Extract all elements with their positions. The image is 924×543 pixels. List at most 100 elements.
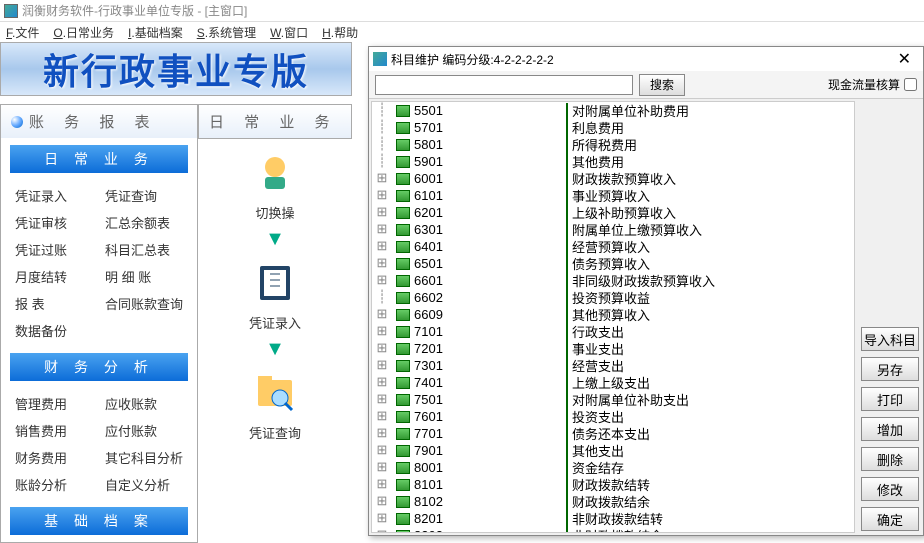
menu-item[interactable]: 汇总余额表: [99, 209, 189, 236]
tree-row[interactable]: ⊞6601非同级财政拨款预算收入: [372, 272, 854, 289]
subject-code: 7901: [414, 443, 443, 458]
btn-确定[interactable]: 确定: [861, 507, 919, 531]
expand-icon[interactable]: ⊞: [372, 409, 392, 424]
tree-row[interactable]: ⊞6101事业预算收入: [372, 187, 854, 204]
section-title[interactable]: 基 础 档 案: [9, 506, 189, 536]
tree-row[interactable]: ⊞7601投资支出: [372, 408, 854, 425]
menu-item[interactable]: 凭证过账: [9, 236, 99, 263]
tree-row[interactable]: ⊞7301经营支出: [372, 357, 854, 374]
tree-row[interactable]: ⊞8202非财政拨款结余: [372, 527, 854, 533]
menu-文件[interactable]: F.文件: [6, 24, 39, 40]
expand-icon[interactable]: ⊞: [372, 171, 392, 186]
tree-row[interactable]: ⊞8102财政拨款结余: [372, 493, 854, 510]
menu-基础档案[interactable]: I.基础档案: [128, 24, 183, 40]
menu-item[interactable]: 凭证审核: [9, 209, 99, 236]
btn-删除[interactable]: 删除: [861, 447, 919, 471]
menu-item[interactable]: 销售费用: [9, 417, 99, 444]
expand-icon[interactable]: ⊞: [372, 358, 392, 373]
tree-row[interactable]: ⊞6301附属单位上缴预算收入: [372, 221, 854, 238]
workflow-icon[interactable]: [245, 367, 305, 417]
tree-row[interactable]: ┊5801所得税费用: [372, 136, 854, 153]
workflow-icon[interactable]: [245, 147, 305, 197]
expand-icon[interactable]: ⊞: [372, 511, 392, 526]
expand-icon[interactable]: ⊞: [372, 494, 392, 509]
tree-row[interactable]: ⊞6401经营预算收入: [372, 238, 854, 255]
btn-导入科目[interactable]: 导入科目: [861, 327, 919, 351]
tree-row[interactable]: ⊞7701债务还本支出: [372, 425, 854, 442]
btn-另存[interactable]: 另存: [861, 357, 919, 381]
menu-item[interactable]: 其它科目分析: [99, 444, 189, 471]
expand-icon[interactable]: ⊞: [372, 477, 392, 492]
tree-row[interactable]: ⊞6501债务预算收入: [372, 255, 854, 272]
expand-icon[interactable]: ⊞: [372, 273, 392, 288]
expand-icon[interactable]: ⊞: [372, 528, 392, 533]
subject-name: 非同级财政拨款预算收入: [572, 274, 715, 289]
subject-code: 5501: [414, 103, 443, 118]
btn-修改[interactable]: 修改: [861, 477, 919, 501]
search-button[interactable]: 搜索: [639, 74, 685, 96]
tree-row[interactable]: ⊞6201上级补助预算收入: [372, 204, 854, 221]
tree-row[interactable]: ┊5901其他费用: [372, 153, 854, 170]
menu-日常业务[interactable]: O.日常业务: [53, 24, 114, 40]
tree-row[interactable]: ⊞7101行政支出: [372, 323, 854, 340]
expand-icon[interactable]: ⊞: [372, 324, 392, 339]
tree-row[interactable]: ⊞7901其他支出: [372, 442, 854, 459]
tree-row[interactable]: ⊞6001财政拨款预算收入: [372, 170, 854, 187]
menu-窗口[interactable]: W.窗口: [270, 24, 308, 40]
menu-item[interactable]: 报 表: [9, 290, 99, 317]
tree-row[interactable]: ┊5501对附属单位补助费用: [372, 102, 854, 119]
close-icon[interactable]: ✕: [890, 49, 919, 69]
cashflow-check-label[interactable]: 现金流量核算: [828, 76, 917, 93]
expand-icon[interactable]: ⊞: [372, 460, 392, 475]
menu-item[interactable]: 财务费用: [9, 444, 99, 471]
menu-item[interactable]: 应收账款: [99, 390, 189, 417]
expand-icon[interactable]: ⊞: [372, 307, 392, 322]
tree-row[interactable]: ⊞7501对附属单位补助支出: [372, 391, 854, 408]
subject-icon: [396, 394, 410, 406]
menu-系统管理[interactable]: S.系统管理: [197, 24, 256, 40]
subject-name: 所得税费用: [572, 138, 637, 153]
expand-icon[interactable]: ⊞: [372, 341, 392, 356]
menu-item[interactable]: 凭证查询: [99, 182, 189, 209]
section-title[interactable]: 日 常 业 务: [9, 144, 189, 174]
menu-item[interactable]: 应付账款: [99, 417, 189, 444]
subject-tree[interactable]: ┊5501对附属单位补助费用┊5701利息费用┊5801所得税费用┊5901其他…: [371, 101, 855, 533]
expand-icon[interactable]: ⊞: [372, 256, 392, 271]
menu-item[interactable]: 管理费用: [9, 390, 99, 417]
expand-icon[interactable]: ⊞: [372, 222, 392, 237]
expand-icon[interactable]: ⊞: [372, 392, 392, 407]
expand-icon[interactable]: ⊞: [372, 188, 392, 203]
expand-icon[interactable]: ⊞: [372, 375, 392, 390]
section-title[interactable]: 财 务 分 析: [9, 352, 189, 382]
cashflow-checkbox[interactable]: [904, 78, 917, 91]
tree-row[interactable]: ⊞7201事业支出: [372, 340, 854, 357]
subject-icon: [396, 377, 410, 389]
search-input[interactable]: [375, 75, 633, 95]
expand-icon[interactable]: ⊞: [372, 443, 392, 458]
workflow-icon[interactable]: [245, 257, 305, 307]
tree-row[interactable]: ┊6602投资预算收益: [372, 289, 854, 306]
tree-row[interactable]: ⊞6609其他预算收入: [372, 306, 854, 323]
btn-增加[interactable]: 增加: [861, 417, 919, 441]
menu-item[interactable]: 数据备份: [9, 317, 99, 344]
btn-打印[interactable]: 打印: [861, 387, 919, 411]
menu-item[interactable]: 账龄分析: [9, 471, 99, 498]
menu-item[interactable]: 月度结转: [9, 263, 99, 290]
subject-name: 其他预算收入: [572, 308, 650, 323]
expand-icon[interactable]: ⊞: [372, 205, 392, 220]
menu-item[interactable]: 自定义分析: [99, 471, 189, 498]
expand-icon[interactable]: ⊞: [372, 426, 392, 441]
tree-row[interactable]: ⊞8201非财政拨款结转: [372, 510, 854, 527]
subject-icon: [396, 224, 410, 236]
menu-item[interactable]: 明 细 账: [99, 263, 189, 290]
menu-item[interactable]: 合同账款查询: [99, 290, 189, 317]
subject-icon: [396, 513, 410, 525]
tree-row[interactable]: ⊞7401上缴上级支出: [372, 374, 854, 391]
menu-帮助[interactable]: H.帮助: [322, 24, 358, 40]
tree-row[interactable]: ⊞8001资金结存: [372, 459, 854, 476]
expand-icon[interactable]: ⊞: [372, 239, 392, 254]
menu-item[interactable]: 凭证录入: [9, 182, 99, 209]
tree-row[interactable]: ┊5701利息费用: [372, 119, 854, 136]
menu-item[interactable]: 科目汇总表: [99, 236, 189, 263]
tree-row[interactable]: ⊞8101财政拨款结转: [372, 476, 854, 493]
